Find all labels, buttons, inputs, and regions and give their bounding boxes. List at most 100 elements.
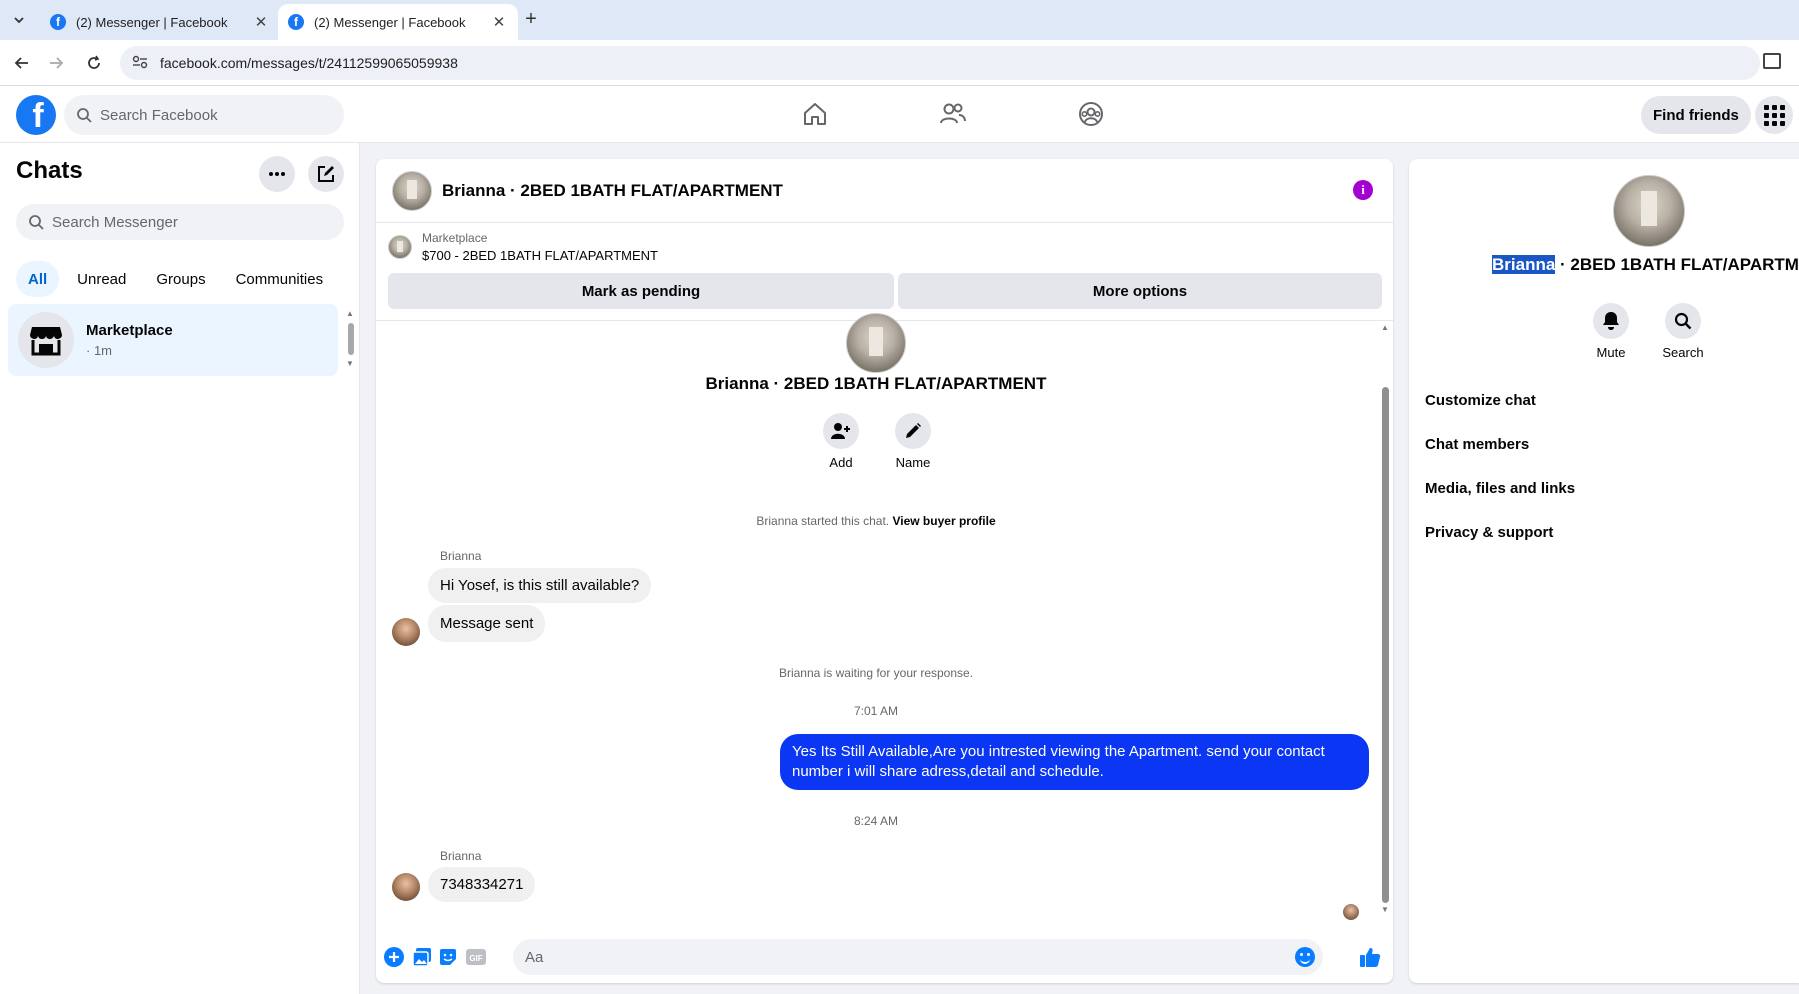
pencil-icon	[906, 423, 921, 438]
chats-options-button[interactable]	[259, 156, 295, 192]
listing-thumbnail	[388, 235, 412, 259]
customize-chat-item[interactable]: Customize chat	[1425, 392, 1536, 409]
outgoing-message[interactable]: Yes Its Still Available,Are you intreste…	[780, 734, 1369, 790]
tab-close-icon[interactable]: ✕	[252, 13, 270, 31]
info-name-highlighted: Brianna	[1492, 255, 1556, 274]
reload-button[interactable]	[82, 51, 106, 75]
facebook-search[interactable]	[64, 95, 344, 135]
tab-close-icon[interactable]: ✕	[490, 13, 508, 31]
listing-photo-avatar[interactable]	[392, 170, 432, 211]
incoming-message[interactable]: Hi Yosef, is this still available?	[428, 568, 652, 603]
mute-button[interactable]: Mute	[1581, 303, 1641, 360]
add-person-icon	[831, 423, 850, 439]
address-bar: facebook.com/messages/t/2411259906505993…	[0, 40, 1799, 86]
search-in-conversation-button[interactable]: Search	[1653, 303, 1713, 360]
messenger-search[interactable]	[16, 204, 344, 240]
mute-label: Mute	[1596, 345, 1626, 360]
scroll-down-arrow-icon[interactable]: ▼	[346, 359, 354, 368]
profile-photo[interactable]	[846, 313, 906, 373]
message-sender: Brianna	[440, 549, 482, 563]
new-tab-button[interactable]: +	[520, 8, 542, 31]
attach-photo-button[interactable]	[412, 947, 432, 967]
svg-text:GIF: GIF	[469, 954, 482, 963]
privacy-support-item[interactable]: Privacy & support	[1425, 524, 1553, 541]
scrollbar-thumb[interactable]	[1382, 387, 1389, 903]
browser-tab-active[interactable]: f (2) Messenger | Facebook ✕	[278, 4, 518, 40]
gif-button[interactable]: GIF	[466, 947, 486, 967]
conversation-info-panel: Brianna · 2BED 1BATH FLAT/APARTMENT Mute…	[1409, 159, 1799, 983]
sticker-button[interactable]	[438, 947, 458, 967]
home-nav-button[interactable]	[795, 94, 835, 134]
conversation-title[interactable]: Brianna · 2BED 1BATH FLAT/APARTMENT	[442, 181, 783, 201]
sender-avatar[interactable]	[392, 873, 420, 901]
chats-title: Chats	[16, 157, 83, 184]
more-actions-button[interactable]	[384, 947, 404, 967]
listing-price-title: $700 - 2BED 1BATH FLAT/APARTMENT	[422, 248, 658, 263]
find-friends-button[interactable]: Find friends	[1641, 96, 1751, 134]
info-profile-name: Brianna · 2BED 1BATH FLAT/APARTMENT	[1492, 255, 1799, 275]
add-button[interactable]: Add	[811, 413, 871, 470]
scroll-down-arrow-icon[interactable]: ▼	[1381, 905, 1389, 914]
gif-icon: GIF	[466, 949, 486, 965]
message-input-wrapper[interactable]	[513, 939, 1323, 975]
timestamp: 8:24 AM	[853, 814, 899, 828]
friends-nav-button[interactable]	[933, 94, 973, 134]
messenger-search-input[interactable]	[52, 213, 312, 231]
scrollbar-thumb[interactable]	[348, 323, 354, 355]
chat-members-item[interactable]: Chat members	[1425, 436, 1529, 453]
site-settings-icon[interactable]	[132, 55, 148, 72]
back-button[interactable]	[10, 51, 34, 75]
tab-list-button[interactable]	[6, 7, 32, 33]
friends-icon	[940, 103, 966, 124]
photo-icon	[412, 948, 431, 967]
info-profile-photo[interactable]	[1613, 175, 1685, 247]
facebook-search-input[interactable]	[100, 106, 320, 124]
messages-scrollbar[interactable]: ▲ ▼	[1377, 323, 1393, 914]
forward-button[interactable]	[44, 51, 68, 75]
scroll-up-arrow-icon[interactable]: ▲	[1381, 323, 1389, 332]
chat-time: · 1m	[86, 343, 112, 358]
filter-all[interactable]: All	[16, 261, 60, 297]
chat-started-notice: Brianna started this chat. View buyer pr…	[376, 514, 1376, 528]
back-arrow-icon	[14, 57, 28, 69]
name-button[interactable]: Name	[883, 413, 943, 470]
marketplace-listing[interactable]: Marketplace $700 - 2BED 1BATH FLAT/APART…	[388, 231, 658, 263]
timestamp: 7:01 AM	[853, 704, 899, 718]
chevron-down-icon	[14, 17, 24, 24]
name-label: Name	[895, 455, 931, 470]
read-receipt-avatar	[1343, 904, 1359, 920]
message-sender: Brianna	[440, 849, 482, 863]
menu-grid-icon[interactable]	[1755, 96, 1793, 134]
sender-avatar[interactable]	[392, 618, 420, 646]
thumbs-up-icon	[1360, 948, 1381, 967]
message-input[interactable]	[525, 948, 1285, 966]
url-bar[interactable]: facebook.com/messages/t/2411259906505993…	[120, 46, 1760, 80]
sidebar-scrollbar[interactable]: ▲ ▼	[345, 309, 357, 369]
view-buyer-profile-link[interactable]: View buyer profile	[892, 514, 995, 528]
emoji-icon[interactable]	[1295, 947, 1315, 967]
search-icon	[29, 215, 44, 230]
browser-tab[interactable]: f (2) Messenger | Facebook ✕	[40, 4, 280, 40]
marketplace-label: Marketplace	[422, 231, 488, 245]
facebook-logo[interactable]: f	[16, 95, 56, 135]
media-files-links-item[interactable]: Media, files and links	[1425, 480, 1575, 497]
compose-icon	[318, 166, 334, 182]
new-message-button[interactable]	[308, 156, 344, 192]
mark-as-pending-button[interactable]: Mark as pending	[388, 273, 894, 309]
groups-nav-button[interactable]	[1071, 94, 1111, 134]
browser-tab-bar: f (2) Messenger | Facebook ✕ f (2) Messe…	[0, 0, 1799, 40]
scroll-up-arrow-icon[interactable]: ▲	[346, 309, 354, 318]
like-button[interactable]	[1358, 945, 1382, 969]
filter-communities[interactable]: Communities	[224, 261, 336, 297]
chat-filters: All Unread Groups Communities	[16, 261, 335, 297]
sticker-icon	[440, 949, 456, 965]
incoming-message[interactable]: 7348334271	[428, 867, 536, 902]
filter-groups[interactable]: Groups	[144, 261, 217, 297]
filter-unread[interactable]: Unread	[65, 261, 138, 297]
chat-list-item[interactable]: Marketplace · 1m	[8, 304, 338, 376]
info-icon[interactable]: i	[1353, 180, 1373, 200]
bell-icon	[1603, 312, 1619, 330]
install-app-icon[interactable]	[1763, 53, 1781, 69]
incoming-message[interactable]: Message sent	[428, 605, 546, 642]
more-options-button[interactable]: More options	[898, 273, 1382, 309]
